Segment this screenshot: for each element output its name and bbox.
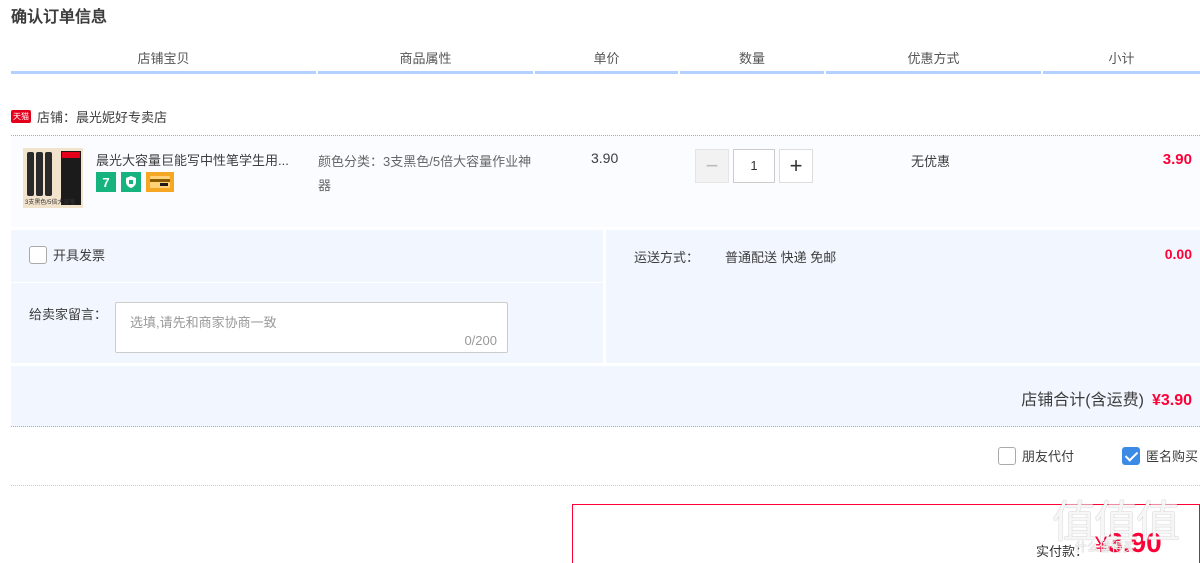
pen-box-tag — [62, 152, 80, 158]
unit-price: 3.90 — [591, 150, 619, 166]
pen-graphic — [45, 152, 52, 196]
order-options: 朋友代付 匿名购买 — [997, 446, 1198, 465]
anonymous-purchase-checkbox[interactable] — [1121, 446, 1140, 465]
product-attributes: 颜色分类：3支黑色/5倍大容量作业神器 — [318, 154, 532, 193]
item-subtotal: 3.90 — [1162, 151, 1192, 168]
shipping-label: 运送方式： — [634, 250, 700, 265]
quantity-stepper: − 1 + — [695, 149, 813, 183]
shop-total-value: ¥3.90 — [1151, 392, 1192, 409]
invoice-checkbox[interactable] — [29, 245, 47, 264]
promotion: 无优惠 — [911, 154, 951, 169]
divider — [11, 282, 603, 283]
decrease-quantity-button[interactable]: − — [695, 149, 729, 183]
anonymous-purchase-label: 匿名购买 — [1145, 449, 1198, 464]
increase-quantity-button[interactable]: + — [779, 149, 813, 183]
invoice-option[interactable]: 开具发票 — [29, 245, 105, 264]
pay-by-friend-checkbox[interactable] — [997, 446, 1016, 465]
column-headers: 店铺宝贝 商品属性 单价 数量 优惠方式 小计 — [11, 50, 1200, 74]
service-badges: 7 — [96, 172, 174, 192]
card-icon[interactable] — [146, 172, 174, 192]
tmall-icon: 天猫 — [11, 109, 31, 123]
pay-by-friend-label: 朋友代付 — [1021, 449, 1074, 464]
anonymous-purchase-option[interactable]: 匿名购买 — [1121, 446, 1198, 465]
pen-graphic — [27, 152, 34, 196]
column-header-attributes: 商品属性 — [318, 50, 533, 74]
pay-by-friend-option[interactable]: 朋友代付 — [997, 446, 1074, 465]
message-placeholder: 选填,请先和商家协商一致 — [130, 315, 277, 330]
column-header-unit-price: 单价 — [535, 50, 678, 74]
pen-graphic — [36, 152, 43, 196]
message-textarea[interactable]: 选填,请先和商家协商一致 0/200 — [115, 302, 508, 353]
quantity-input[interactable]: 1 — [733, 149, 775, 183]
column-header-promotion: 优惠方式 — [826, 50, 1041, 74]
invoice-message-panel: 开具发票 给卖家留言： 选填,请先和商家协商一致 0/200 — [11, 230, 603, 363]
shield-icon[interactable] — [121, 172, 141, 192]
order-item: 3支黑色/5倍大容量 晨光大容量巨能写中性笔学生用... 7 颜色分类：3支黑色… — [11, 135, 1200, 227]
column-header-quantity: 数量 — [680, 50, 824, 74]
message-char-count: 0/200 — [464, 333, 497, 348]
shipping-panel: 运送方式： 普通配送 快递 免邮 0.00 — [606, 230, 1200, 363]
column-header-subtotal: 小计 — [1043, 50, 1200, 74]
shipping-method[interactable]: 普通配送 快递 免邮 — [725, 247, 836, 266]
seven-day-return-icon[interactable]: 7 — [96, 172, 116, 192]
divider — [11, 485, 1200, 486]
shipping-fee: 0.00 — [1164, 246, 1192, 262]
product-thumbnail[interactable]: 3支黑色/5倍大容量 — [23, 148, 83, 208]
column-header-shop-item: 店铺宝贝 — [11, 50, 316, 74]
product-name[interactable]: 晨光大容量巨能写中性笔学生用... — [96, 150, 311, 169]
page-title: 确认订单信息 — [11, 9, 108, 26]
shop-name[interactable]: 店铺：晨光妮好专卖店 — [37, 107, 167, 126]
watermark-text: 什么值得买 — [1075, 540, 1136, 554]
invoice-label: 开具发票 — [53, 248, 106, 263]
shop-total-label: 店铺合计(含运费) — [1021, 392, 1144, 409]
shop-row: 天猫 店铺：晨光妮好专卖店 — [11, 104, 167, 128]
thumbnail-caption: 3支黑色/5倍大容量 — [25, 200, 76, 206]
message-label: 给卖家留言： — [29, 307, 108, 322]
shop-total-row: 店铺合计(含运费) ¥3.90 — [11, 366, 1200, 427]
